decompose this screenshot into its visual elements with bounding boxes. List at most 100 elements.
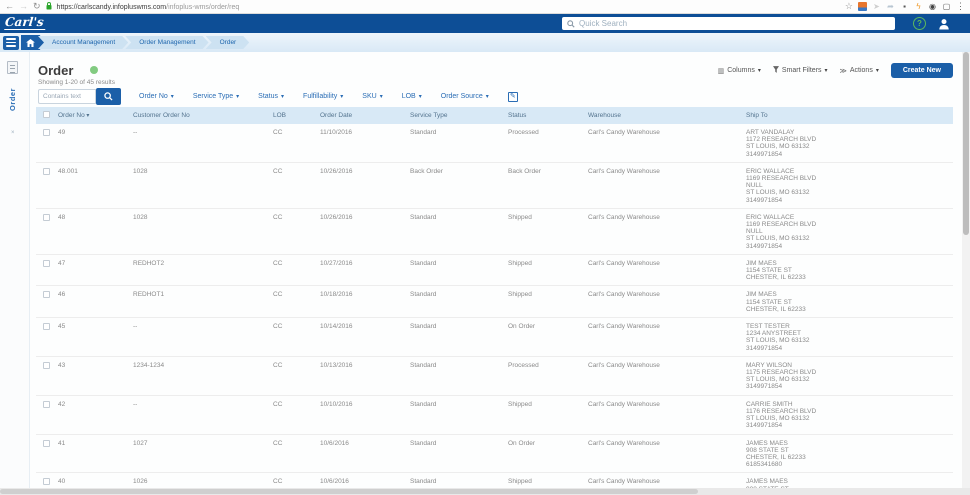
extension-icon-7[interactable]: ▢ <box>942 2 951 11</box>
ship-to-line: 3149971854 <box>746 422 951 429</box>
table-row[interactable]: 42--CC10/10/2016StandardShippedCarl's Ca… <box>36 395 953 434</box>
row-checkbox[interactable] <box>43 291 50 298</box>
row-checkbox[interactable] <box>43 323 50 330</box>
column-header-customer-order-no[interactable]: Customer Order No <box>133 107 273 124</box>
contains-text-input[interactable] <box>38 89 96 104</box>
filter-dropdown-lob[interactable]: LOB▾ <box>402 93 422 100</box>
ship-to-line: 6185341680 <box>746 461 951 468</box>
table-row[interactable]: 431234-1234CC10/13/2016StandardProcessed… <box>36 356 953 395</box>
column-header-label: Status <box>508 112 526 119</box>
url-text[interactable]: https://carlscandy.infopluswms.com/infop… <box>57 2 240 11</box>
filter-dropdown-order-source[interactable]: Order Source▾ <box>441 93 489 100</box>
row-checkbox[interactable] <box>43 214 50 221</box>
cell-lob: CC <box>273 124 320 162</box>
forward-icon[interactable]: → <box>19 2 28 11</box>
cell-service-type: Back Order <box>410 162 508 208</box>
ship-to-line: ST LOUIS, MO 63132 <box>746 337 951 344</box>
close-icon[interactable]: × <box>11 130 15 136</box>
breadcrumb-item-order-management[interactable]: Order Management <box>125 36 208 49</box>
help-video-icon[interactable] <box>90 66 98 74</box>
row-checkbox[interactable] <box>43 129 50 136</box>
smart-filters-menu[interactable]: Smart Filters ▾ <box>773 66 828 75</box>
table-row[interactable]: 481028CC10/26/2016StandardShippedCarl's … <box>36 208 953 254</box>
filter-dropdown-service-type[interactable]: Service Type▾ <box>193 93 239 100</box>
cell-status: Shipped <box>508 395 588 434</box>
vertical-scrollbar-thumb[interactable] <box>963 52 969 235</box>
table-row[interactable]: 411027CC10/6/2016StandardOn OrderCarl's … <box>36 434 953 473</box>
help-icon[interactable]: ? <box>913 17 926 30</box>
horizontal-scrollbar-thumb[interactable] <box>0 489 698 494</box>
filter-dropdown-order-no[interactable]: Order No▾ <box>139 93 174 100</box>
browser-menu-icon[interactable]: ⋮ <box>956 2 965 11</box>
ship-to-line: CHESTER, IL 62233 <box>746 454 951 461</box>
column-header-order-no[interactable]: Order No ▾ <box>58 107 133 124</box>
ship-to-line: ART VANDALAY <box>746 129 951 136</box>
breadcrumb-item-account-management[interactable]: Account Management <box>38 36 128 49</box>
table-row[interactable]: 47REDHOT2CC10/27/2016StandardShippedCarl… <box>36 254 953 286</box>
extension-icon-6[interactable]: ◉ <box>928 2 937 11</box>
edit-filters-icon[interactable]: ✎ <box>508 92 518 102</box>
actions-menu[interactable]: ≫ Actions ▾ <box>840 67 879 75</box>
cell-ship-to: JIM MAES1154 STATE STCHESTER, IL 62233 <box>746 254 953 286</box>
row-checkbox[interactable] <box>43 260 50 267</box>
horizontal-scrollbar[interactable] <box>0 488 970 495</box>
ship-to-line: JAMES MAES <box>746 478 951 485</box>
cell-status: Processed <box>508 124 588 162</box>
table-row[interactable]: 48.0011028CC10/26/2016Back OrderBack Ord… <box>36 162 953 208</box>
vertical-scrollbar[interactable] <box>962 52 970 488</box>
chevron-down-icon: ▾ <box>419 93 422 100</box>
quick-search[interactable] <box>562 17 895 30</box>
table-row[interactable]: 46REDHOT1CC10/18/2016StandardShippedCarl… <box>36 286 953 318</box>
column-header-ship-to[interactable]: Ship To <box>746 107 953 124</box>
column-header-order-date[interactable]: Order Date <box>320 107 410 124</box>
filter-dropdown-fulfillability[interactable]: Fulfillability▾ <box>303 93 343 100</box>
reload-icon[interactable]: ↻ <box>33 2 41 11</box>
quick-search-input[interactable] <box>579 19 890 28</box>
vertical-tab-order[interactable]: Order <box>8 88 17 111</box>
filter-dropdown-status[interactable]: Status▾ <box>258 93 284 100</box>
extension-icon-2[interactable]: ➤ <box>872 2 881 11</box>
column-header-warehouse[interactable]: Warehouse <box>588 107 746 124</box>
ship-to-line: ST LOUIS, MO 63132 <box>746 235 951 242</box>
create-new-button[interactable]: Create New <box>891 63 953 78</box>
cell-lob: CC <box>273 208 320 254</box>
cell-order-date: 11/10/2016 <box>320 124 410 162</box>
cell-warehouse: Carl's Candy Warehouse <box>588 254 746 286</box>
ship-to-line: ST LOUIS, MO 63132 <box>746 415 951 422</box>
column-header-service-type[interactable]: Service Type <box>410 107 508 124</box>
cell-service-type: Standard <box>410 208 508 254</box>
columns-menu[interactable]: ▥ Columns ▾ <box>718 67 761 75</box>
table-row[interactable]: 45--CC10/14/2016StandardOn OrderCarl's C… <box>36 318 953 357</box>
select-all-checkbox[interactable] <box>43 111 50 118</box>
back-icon[interactable]: ← <box>5 2 14 11</box>
row-checkbox[interactable] <box>43 401 50 408</box>
ship-to-line: 1176 RESEARCH BLVD <box>746 408 951 415</box>
extension-icon-4[interactable]: ▪ <box>900 2 909 11</box>
extension-icon-1[interactable] <box>858 2 867 11</box>
row-checkbox[interactable] <box>43 478 50 485</box>
row-checkbox[interactable] <box>43 168 50 175</box>
row-checkbox[interactable] <box>43 440 50 447</box>
column-header-lob[interactable]: LOB <box>273 107 320 124</box>
cell-order-date: 10/10/2016 <box>320 395 410 434</box>
table-row[interactable]: 49--CC11/10/2016StandardProcessedCarl's … <box>36 124 953 162</box>
cell-service-type: Standard <box>410 124 508 162</box>
extension-icon-5[interactable]: ϟ <box>914 2 923 11</box>
cell-ship-to: CARRIE SMITH1176 RESEARCH BLVDST LOUIS, … <box>746 395 953 434</box>
cell-service-type: Standard <box>410 318 508 357</box>
menu-icon[interactable] <box>3 36 19 50</box>
recent-pages-icon[interactable] <box>7 61 18 74</box>
cell-status: Shipped <box>508 254 588 286</box>
ship-to-line: JAMES MAES <box>746 440 951 447</box>
application-window: ← → ↻ https://carlscandy.infopluswms.com… <box>0 0 970 495</box>
column-header-status[interactable]: Status <box>508 107 588 124</box>
cell-order-no: 42 <box>58 395 133 434</box>
row-checkbox[interactable] <box>43 362 50 369</box>
table-row[interactable]: 401026CC10/6/2016StandardShippedCarl's C… <box>36 473 953 488</box>
search-button[interactable] <box>96 88 121 105</box>
filter-dropdown-sku[interactable]: SKU▾ <box>362 93 382 100</box>
extension-icon-3[interactable]: ➦ <box>886 2 895 11</box>
ship-to-line: CHESTER, IL 62233 <box>746 306 951 313</box>
breadcrumb-item-order[interactable]: Order <box>206 36 250 49</box>
bookmark-star-icon[interactable]: ☆ <box>845 2 853 11</box>
